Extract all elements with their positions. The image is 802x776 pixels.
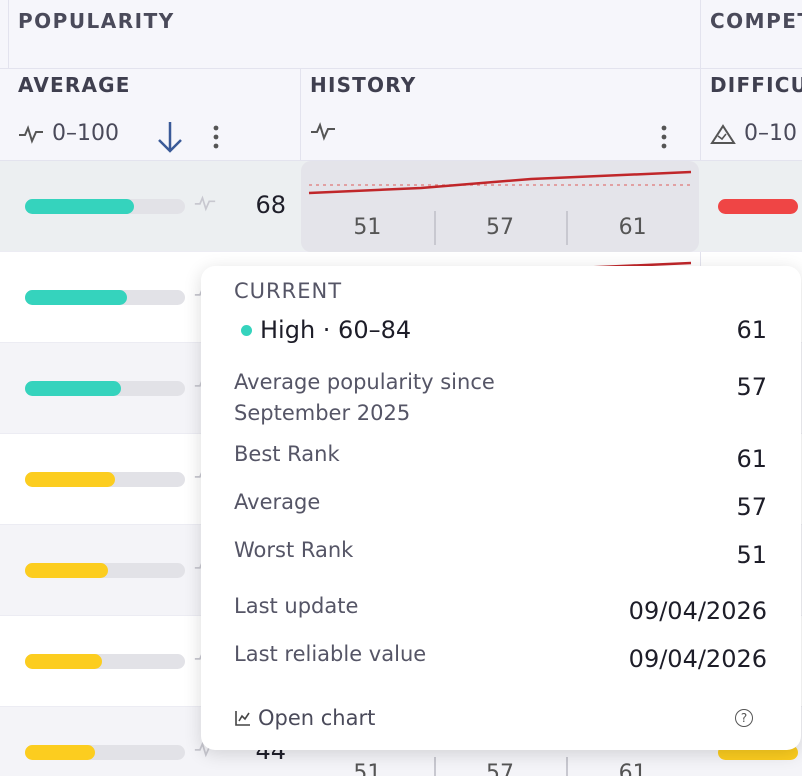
tooltip-reliable-value: 09/04/2026 bbox=[628, 645, 767, 673]
col-average-range: 0–100 bbox=[18, 121, 119, 146]
col-history-icon-wrap bbox=[310, 121, 336, 141]
popularity-bar-fill bbox=[25, 563, 109, 578]
column-group-header: POPULARITY COMPET bbox=[0, 0, 802, 69]
difficulty-bar bbox=[718, 199, 798, 214]
history-cell[interactable]: 51 5761 bbox=[301, 161, 699, 252]
popularity-bar-fill bbox=[25, 472, 115, 487]
tooltip-best-label: Best Rank bbox=[234, 442, 340, 466]
popularity-bar bbox=[25, 290, 185, 305]
mountain-icon bbox=[710, 123, 736, 144]
tooltip-since-label: Average popularity since September 2025 bbox=[234, 370, 495, 425]
tooltip-reliable-label: Last reliable value bbox=[234, 642, 427, 666]
sort-desc-button[interactable] bbox=[154, 119, 186, 155]
history-values: 51 5761 bbox=[301, 211, 699, 245]
popularity-tooltip: CURRENT High · 60–84 61 Average populari… bbox=[201, 266, 801, 750]
popularity-bar bbox=[25, 745, 185, 760]
tooltip-update-label: Last update bbox=[234, 594, 359, 618]
tooltip-average-label: Average bbox=[234, 490, 321, 514]
more-vertical-icon bbox=[661, 125, 667, 149]
pulse-icon bbox=[194, 194, 216, 217]
col-average-title[interactable]: AVERAGE bbox=[18, 73, 131, 97]
history-value: 61 bbox=[566, 211, 699, 245]
tooltip-current-label: CURRENT bbox=[234, 279, 343, 303]
more-vertical-icon bbox=[213, 125, 219, 149]
group-popularity: POPULARITY bbox=[18, 9, 175, 33]
col-history-title[interactable]: HISTORY bbox=[310, 73, 416, 97]
col-average-range-text: 0–100 bbox=[52, 121, 119, 146]
col-difficulty-title[interactable]: DIFFICU bbox=[710, 73, 802, 97]
popularity-bar-fill bbox=[25, 381, 121, 396]
history-value: 51 bbox=[353, 215, 382, 240]
average-value: 68 bbox=[255, 191, 286, 219]
tooltip-worst-label: Worst Rank bbox=[234, 538, 354, 562]
popularity-bar-fill bbox=[25, 654, 102, 669]
tooltip-best-value: 61 bbox=[736, 445, 767, 473]
popularity-bar bbox=[25, 381, 185, 396]
tooltip-current-value: 61 bbox=[736, 316, 767, 344]
table-row[interactable]: 68 51 57 61 bbox=[0, 161, 802, 252]
popularity-bar-fill bbox=[25, 199, 134, 214]
tooltip-current: High · 60–84 bbox=[241, 316, 411, 344]
popularity-bar-fill bbox=[25, 290, 128, 305]
question-icon[interactable]: ? bbox=[735, 709, 753, 727]
group-competition: COMPET bbox=[710, 9, 802, 33]
popularity-bar-fill bbox=[25, 745, 96, 760]
history-value: 57 bbox=[433, 211, 567, 245]
column-separator bbox=[8, 0, 9, 69]
history-value: 51 bbox=[353, 761, 382, 776]
chart-icon bbox=[235, 711, 250, 726]
history-sparkline bbox=[308, 170, 692, 195]
column-separator bbox=[300, 69, 301, 161]
tooltip-worst-value: 51 bbox=[736, 541, 767, 569]
tooltip-average-value: 57 bbox=[736, 493, 767, 521]
pulse-icon bbox=[19, 124, 43, 144]
column-header-row: AVERAGE 0–100 HISTORY DIFFICU 0–10 bbox=[0, 69, 802, 161]
keyword-table: POPULARITY COMPET AVERAGE 0–100 HISTORY … bbox=[0, 0, 802, 776]
popularity-bar bbox=[25, 654, 185, 669]
col-history-menu-button[interactable] bbox=[652, 121, 676, 153]
pulse-icon bbox=[311, 122, 335, 141]
popularity-bar bbox=[25, 563, 185, 578]
open-chart-link[interactable]: Open chart bbox=[234, 706, 375, 730]
open-chart-label: Open chart bbox=[258, 706, 376, 730]
popularity-bar bbox=[25, 472, 185, 487]
tooltip-update-value: 09/04/2026 bbox=[628, 597, 767, 625]
col-average-menu-button[interactable] bbox=[204, 121, 228, 153]
status-dot-icon bbox=[241, 324, 252, 336]
tooltip-since-value: 57 bbox=[736, 373, 767, 401]
history-values: 51 5761 bbox=[301, 757, 699, 776]
col-difficulty-range: 0–10 bbox=[710, 121, 797, 146]
tooltip-current-text: High · 60–84 bbox=[260, 316, 412, 344]
arrow-down-icon bbox=[158, 122, 182, 153]
col-difficulty-range-text: 0–10 bbox=[744, 121, 797, 146]
popularity-bar bbox=[25, 199, 185, 214]
history-value: 61 bbox=[566, 757, 699, 776]
history-value: 57 bbox=[433, 757, 567, 776]
